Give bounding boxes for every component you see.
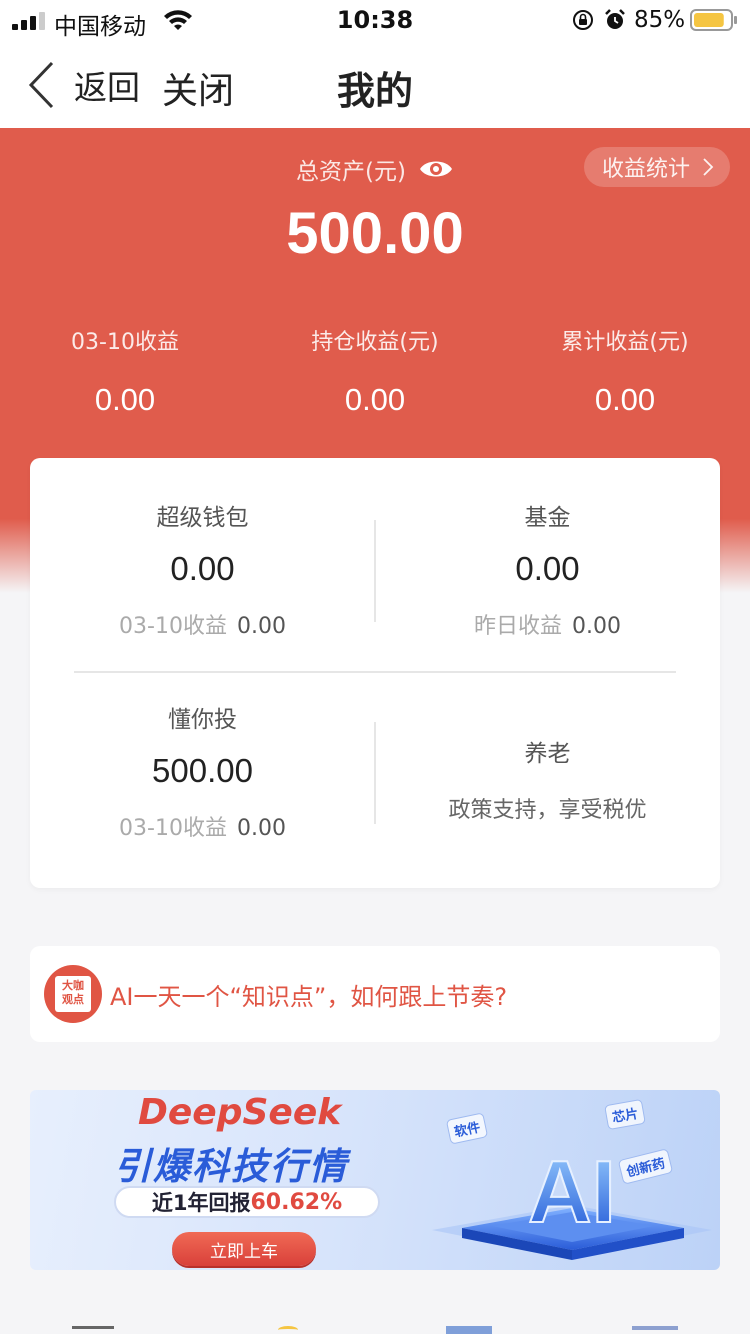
dongnitou-title: 懂你投	[168, 707, 237, 733]
asset-breakdown-card: 超级钱包 0.00 03-10收益 0.00 基金 0.00 昨日收益 0.00 懂…	[30, 458, 720, 888]
tab-icon-peek	[72, 1326, 114, 1334]
earnings-sub-label: 昨日收益	[474, 614, 563, 639]
badge-line: 大咖	[62, 979, 84, 992]
row-divider	[74, 671, 676, 673]
holding-earnings[interactable]: 持仓收益(元) 0.00	[250, 324, 500, 418]
news-banner[interactable]: 大咖 观点 AI一天一个“知识点”，如何跟上节奏?	[30, 946, 720, 1042]
earnings-label: 03-10收益	[71, 330, 179, 355]
news-headline: AI一天一个“知识点”，如何跟上节奏?	[110, 982, 508, 1011]
earnings-value: 0.00	[94, 382, 156, 417]
board-now-button[interactable]: 立即上车	[172, 1232, 316, 1266]
dongnitou-cell[interactable]: 懂你投 500.00 03-10收益 0.00	[30, 700, 375, 842]
earnings-sub-value: 0.00	[236, 816, 286, 841]
earnings-stats-label: 收益统计	[602, 157, 691, 182]
earnings-value: 0.00	[594, 382, 656, 417]
pension-title: 养老	[524, 741, 571, 767]
cumulative-earnings[interactable]: 累计收益(元) 0.00	[500, 324, 750, 418]
return-value: 60.62%	[250, 1189, 343, 1215]
earnings-label: 累计收益(元)	[561, 330, 689, 355]
earnings-label: 持仓收益(元)	[311, 330, 439, 355]
battery-percent: 85%	[634, 7, 686, 33]
super-wallet-cell[interactable]: 超级钱包 0.00 03-10收益 0.00	[30, 498, 375, 640]
status-bar: 中国移动 10:38 85%	[0, 0, 750, 42]
promo-banner[interactable]: DeepSeek 引爆科技行情 近1年回报 60.62% 立即上车 AI 软件 芯…	[30, 1090, 720, 1270]
return-label: 近1年回报	[151, 1191, 251, 1215]
battery-icon	[690, 9, 737, 31]
banner-title-brand: DeepSeek	[138, 1092, 342, 1133]
page-title: 我的	[336, 69, 413, 113]
pension-cell[interactable]: 养老 政策支持，享受税优	[375, 734, 720, 824]
earnings-sub-label: 03-10收益	[119, 816, 227, 841]
earnings-value: 0.00	[344, 382, 406, 417]
earnings-sub-label: 03-10收益	[119, 614, 227, 639]
earnings-sub-value: 0.00	[236, 614, 286, 639]
total-assets-label: 总资产(元)	[296, 159, 406, 185]
alarm-icon	[605, 9, 625, 29]
earnings-sub-value: 0.00	[572, 614, 621, 639]
tab-icon-peek	[632, 1326, 678, 1334]
dongnitou-earnings: 03-10收益 0.00	[30, 810, 375, 842]
fund-value: 0.00	[515, 550, 580, 587]
earnings-stats-button[interactable]: 收益统计	[584, 147, 730, 187]
daily-earnings[interactable]: 03-10收益 0.00	[0, 324, 250, 418]
tab-icon-peek	[278, 1326, 298, 1334]
banner-return-pill: 近1年回报 60.62%	[114, 1186, 380, 1218]
fund-title: 基金	[524, 505, 571, 531]
fund-cell[interactable]: 基金 0.00 昨日收益 0.00	[375, 498, 720, 640]
ai-art-text: AI	[528, 1142, 616, 1241]
total-assets-value: 500.00	[286, 201, 464, 266]
nav-bar: 返回 关闭 我的	[0, 42, 750, 128]
banner-title-headline: 引爆科技行情	[114, 1145, 348, 1188]
badge-line: 观点	[62, 993, 84, 1006]
expert-opinion-badge: 大咖 观点	[44, 965, 102, 1023]
fund-earnings: 昨日收益 0.00	[375, 608, 720, 640]
dongnitou-value: 500.00	[152, 752, 253, 789]
expert-opinion-icon: 大咖 观点	[55, 976, 91, 1012]
super-wallet-earnings: 03-10收益 0.00	[30, 608, 375, 640]
chevron-right-icon	[703, 158, 714, 176]
tab-icon-peek	[446, 1326, 492, 1334]
rotation-lock-icon	[573, 10, 593, 30]
pension-desc: 政策支持，享受税优	[448, 798, 647, 823]
super-wallet-value: 0.00	[170, 550, 235, 587]
eye-icon[interactable]	[418, 157, 454, 181]
super-wallet-title: 超级钱包	[156, 505, 249, 531]
